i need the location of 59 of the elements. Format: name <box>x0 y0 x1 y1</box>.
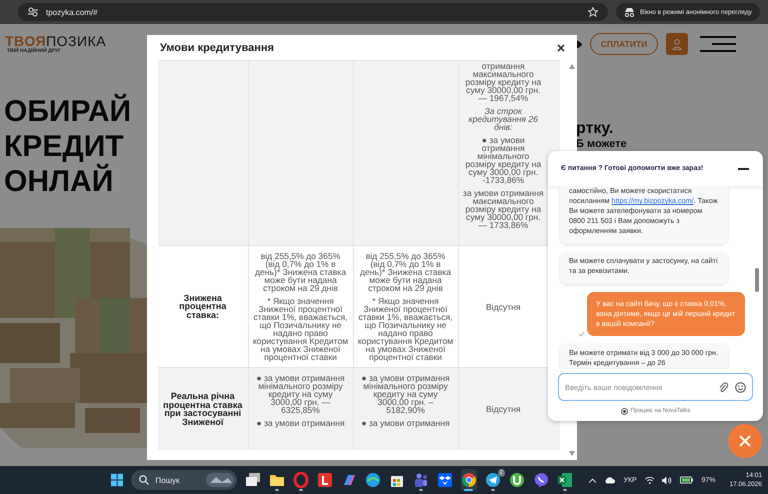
cell-text: ● за умови отримання <box>255 419 346 427</box>
card-heading: ртку. <box>576 120 614 138</box>
phone-icon[interactable] <box>532 472 549 488</box>
cell-text: від 255,5% до 365% (від 0,7% до 1% в день)* Знижена ставка може бути надана строком на 29 днів <box>359 252 452 292</box>
cell-text: за умови отримання максимального розміру кредиту на суму 30000,00 грн. — 1733,86% <box>462 189 544 229</box>
close-chat-button[interactable] <box>728 424 762 458</box>
search-highlight-icon <box>206 473 234 487</box>
menu-icon[interactable] <box>700 36 736 52</box>
logo-text[interactable]: ПОЗИКА <box>46 34 106 48</box>
minimize-icon[interactable] <box>738 168 749 170</box>
people-icon[interactable] <box>412 472 429 488</box>
close-icon[interactable] <box>557 44 565 52</box>
star-icon[interactable] <box>588 7 598 17</box>
cell-text: ● за умови отримання мінімального розміру кредиту на суму 3000,00 грн. — 6325,85% <box>255 374 346 414</box>
paper-plane-icon[interactable] <box>484 472 501 488</box>
cell-text: ● за умови отримання мінімального розміру кредиту на суму 3000,00 грн. – 5182,90% <box>360 374 451 414</box>
hero-heading: КРЕДИТ <box>3 129 124 164</box>
tile-icon[interactable] <box>316 472 333 488</box>
scroll-down-icon[interactable] <box>569 451 575 456</box>
scroll-up-icon[interactable] <box>569 64 575 69</box>
hero-heading: ОБИРАЙ <box>3 94 132 129</box>
box-icon[interactable] <box>436 472 453 488</box>
cloud-icon[interactable] <box>604 476 616 484</box>
cell-text: За строк кредитування 26 днів: <box>468 107 539 131</box>
dialog-title: Умови кредитування <box>160 42 274 54</box>
wave-icon[interactable] <box>364 472 381 488</box>
cell-text: * Якщо значення Зниженої процентної ставки 1%, вважається, що Позичальнику не надано право користування Кредитом на умовах Зниженої процентної ставки <box>252 297 348 361</box>
cell-text: Відсутня <box>484 302 522 310</box>
search-field[interactable]: Пошук <box>131 470 237 490</box>
browser-icon[interactable] <box>460 472 477 488</box>
search-icon <box>139 475 150 485</box>
battery-icon[interactable] <box>680 476 694 484</box>
circle-icon[interactable] <box>508 472 525 488</box>
window-stack-icon[interactable] <box>244 472 261 488</box>
cell-text: ● за умови отримання мінімального розміру кредиту на суму 3000,00 грн. -1733,86% <box>464 136 542 184</box>
sheet-icon[interactable] <box>556 472 573 488</box>
caret-up-icon[interactable] <box>588 478 596 482</box>
site-settings-icon[interactable] <box>28 7 38 17</box>
check-icon <box>579 332 584 336</box>
paperclip-icon[interactable] <box>719 382 728 392</box>
cell-text: ● за умови отримання <box>360 419 451 427</box>
cell-text: Відсутня <box>484 405 522 413</box>
windows-icon[interactable] <box>111 473 124 487</box>
user-icon <box>672 38 682 50</box>
volume-icon[interactable] <box>662 476 672 484</box>
cell-text: * Якщо значення Зниженої процентної ставки 1%, вважається, що Позичальнику не надано право користування Кредитом на умовах Зниженої процентної ставки <box>358 297 454 361</box>
folder-icon[interactable] <box>268 472 285 488</box>
row-header: Знижена процентна ставка: <box>178 294 228 320</box>
wifi-icon[interactable] <box>644 476 654 484</box>
row-header: Реальна річна процентна ставка при застосуванні Зниженої <box>162 392 244 426</box>
scrollbar-thumb[interactable] <box>755 268 759 292</box>
cell-text: від 255,5% до 365% (від 0,7% до 1% в день)* Знижена ставка може бути надана строком на 29 днів <box>254 252 347 292</box>
ring-icon[interactable] <box>292 472 309 488</box>
incognito-icon <box>624 8 635 16</box>
emoji-icon[interactable] <box>735 382 746 392</box>
brand-dot-icon <box>620 408 628 414</box>
cell-text: отримання максимального розміру кредиту на суму 30000,00 грн. — 1967,54% <box>464 62 542 102</box>
hero-heading: ОНЛАЙ <box>3 164 114 199</box>
address-bar[interactable]: tpozyka.com/# <box>18 3 608 21</box>
